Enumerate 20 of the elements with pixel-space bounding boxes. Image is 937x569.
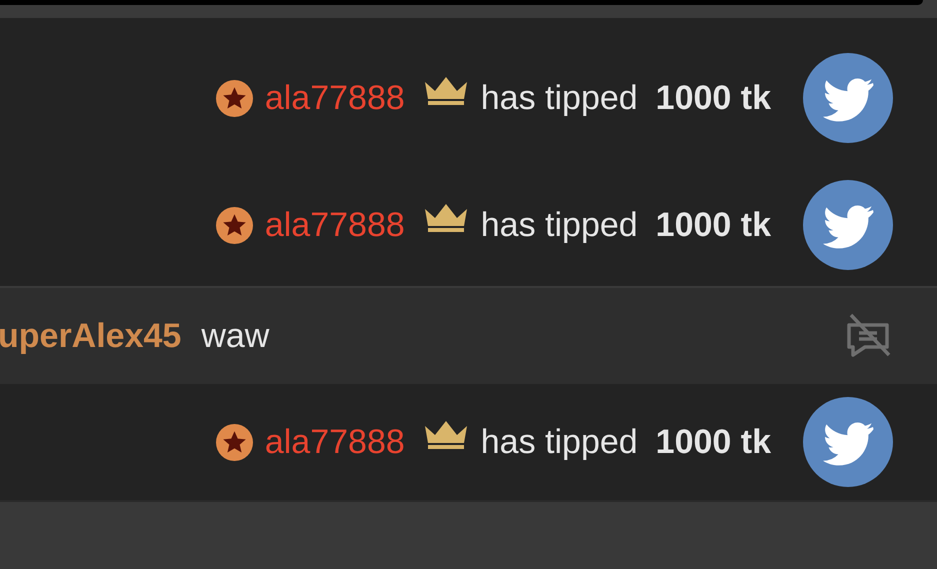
tip-text: has tipped: [480, 422, 638, 462]
bird-icon: [803, 53, 893, 143]
star-badge-icon: [216, 206, 253, 244]
tip-amount: 1000 tk: [656, 422, 771, 462]
crown-icon: [422, 420, 469, 450]
chat-message: waw: [201, 316, 270, 356]
tip-amount: 1000 tk: [656, 206, 771, 244]
tip-text: has tipped: [480, 206, 638, 244]
username: ala77888: [264, 422, 405, 462]
crown-icon: [422, 76, 469, 106]
tip-text: has tipped: [480, 78, 638, 118]
crown-icon: [422, 203, 469, 233]
star-badge-icon: [216, 424, 253, 460]
tip-amount: 1000 tk: [656, 78, 771, 118]
bird-icon: [803, 180, 893, 270]
username: ala77888: [264, 78, 405, 118]
username: ala77888: [264, 206, 405, 244]
star-badge-icon: [216, 80, 253, 116]
bird-icon: [803, 397, 893, 487]
username: uperAlex45: [0, 316, 182, 356]
